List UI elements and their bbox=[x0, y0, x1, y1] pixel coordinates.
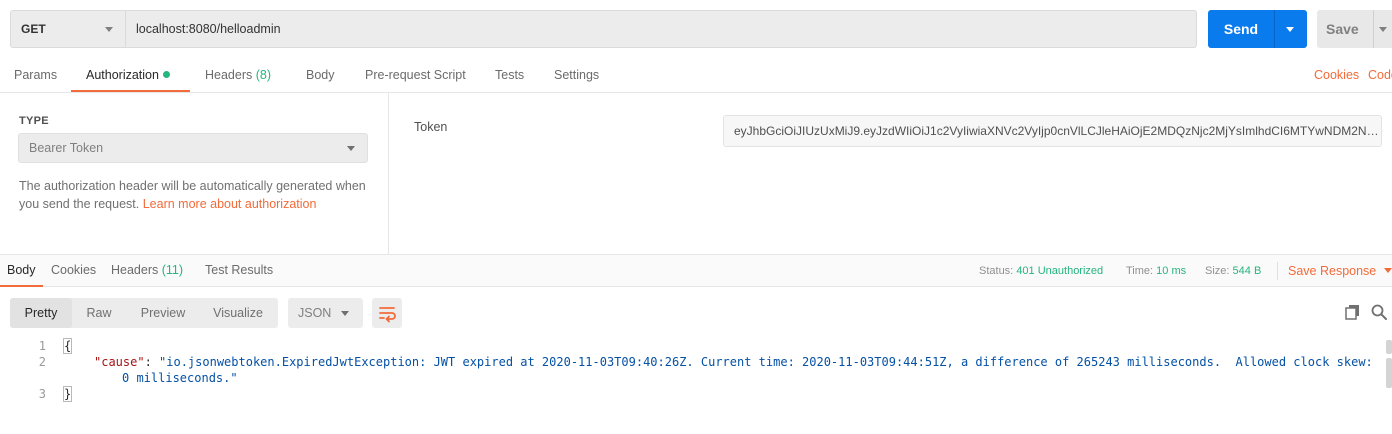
tab-label: Pre-request Script bbox=[365, 68, 466, 82]
response-tab-body[interactable]: Body bbox=[0, 255, 43, 287]
time-meta: Time: 10 ms bbox=[1126, 255, 1186, 287]
type-label: TYPE bbox=[19, 115, 49, 127]
code-link[interactable]: Code bbox=[1368, 59, 1392, 92]
tab-pre-request-script[interactable]: Pre-request Script bbox=[365, 59, 466, 92]
view-preview-button[interactable]: Preview bbox=[132, 298, 194, 328]
open-brace: { bbox=[62, 338, 73, 354]
url-input[interactable]: localhost:8080/helloadmin bbox=[125, 10, 1197, 48]
tab-settings[interactable]: Settings bbox=[554, 59, 599, 92]
view-pretty-button[interactable]: Pretty bbox=[10, 298, 72, 328]
tab-label: Headers bbox=[111, 263, 159, 277]
chevron-down-icon bbox=[347, 146, 355, 151]
code-line-close: } bbox=[62, 386, 73, 402]
token-label: Token bbox=[414, 120, 448, 134]
send-button[interactable]: Send bbox=[1208, 10, 1307, 48]
size-value[interactable]: 544 B bbox=[1233, 265, 1262, 277]
save-response-button[interactable]: Save Response bbox=[1288, 255, 1392, 287]
line-number: 3 bbox=[38, 387, 46, 401]
method-select[interactable]: GET bbox=[10, 10, 125, 48]
wrap-lines-icon bbox=[379, 307, 396, 323]
line-number: 2 bbox=[38, 355, 46, 369]
time-label: Time: bbox=[1126, 265, 1154, 277]
tab-label: Params bbox=[14, 68, 58, 82]
code-line-cause-wrap: 0 milliseconds." bbox=[122, 371, 238, 385]
tab-label: Settings bbox=[554, 68, 600, 82]
tab-count: (8) bbox=[255, 68, 272, 82]
auth-type-value: Bearer Token bbox=[29, 141, 104, 155]
json-key: "cause" bbox=[94, 355, 145, 369]
chevron-down-icon bbox=[341, 311, 349, 316]
auth-type-panel: TYPE Bearer Token The authorization head… bbox=[0, 93, 389, 254]
view-raw-button[interactable]: Raw bbox=[72, 298, 126, 328]
tab-label: Cookies bbox=[51, 263, 97, 277]
active-dot-icon bbox=[162, 71, 170, 78]
scrollbar-thumb[interactable] bbox=[1386, 358, 1392, 388]
search-icon[interactable] bbox=[1370, 303, 1388, 321]
send-label: Send bbox=[1223, 21, 1259, 37]
response-tab-headers[interactable]: Headers (11) bbox=[111, 255, 183, 287]
tab-label: Test Results bbox=[205, 263, 274, 277]
save-button[interactable]: Save bbox=[1317, 10, 1392, 48]
size-meta: Size: 544 B bbox=[1205, 255, 1261, 287]
save-options-chevron-icon[interactable] bbox=[1379, 27, 1387, 32]
json-value-wrap: 0 milliseconds." bbox=[122, 371, 238, 385]
status-label: Status: bbox=[979, 265, 1014, 277]
wrap-lines-button[interactable] bbox=[372, 298, 402, 328]
url-value: localhost:8080/helloadmin bbox=[136, 22, 281, 36]
view-visualize-button[interactable]: Visualize bbox=[206, 298, 270, 328]
code-line-cause: "cause": "io.jsonwebtoken.ExpiredJwtExce… bbox=[94, 355, 1373, 369]
view-mode-group: Pretty Raw Preview Visualize bbox=[10, 298, 278, 328]
response-toolbar: Pretty Raw Preview Visualize JSON bbox=[0, 288, 1392, 334]
request-tabs: Params Authorization Headers (8) Body Pr… bbox=[0, 59, 1392, 93]
auth-description: The authorization header will be automat… bbox=[19, 177, 379, 213]
code-line-open: { bbox=[62, 338, 73, 354]
send-split-divider bbox=[1274, 10, 1275, 48]
learn-more-link[interactable]: Learn more about authorization bbox=[143, 197, 317, 211]
size-label: Size: bbox=[1205, 265, 1230, 277]
method-value: GET bbox=[21, 22, 46, 36]
line-number: 1 bbox=[38, 339, 46, 353]
token-panel: Token eyJhbGciOiJIUzUxMiJ9.eyJzdWIiOiJ1c… bbox=[390, 93, 1392, 254]
send-options-chevron-icon[interactable] bbox=[1286, 27, 1294, 32]
chevron-down-icon bbox=[1384, 268, 1392, 273]
format-select[interactable]: JSON bbox=[288, 298, 363, 328]
response-tabs: Body Cookies Headers (11) Test Results S… bbox=[0, 254, 1392, 287]
json-colon: : bbox=[144, 355, 160, 369]
response-tab-cookies[interactable]: Cookies bbox=[51, 255, 96, 287]
save-split-divider bbox=[1373, 10, 1374, 48]
tab-label: Body bbox=[306, 68, 335, 82]
tab-body[interactable]: Body bbox=[306, 59, 335, 92]
tab-authorization[interactable]: Authorization bbox=[71, 59, 190, 92]
json-value: "io.jsonwebtoken.ExpiredJwtException: JW… bbox=[159, 355, 1373, 369]
time-value[interactable]: 10 ms bbox=[1156, 265, 1186, 277]
response-body-code[interactable]: 1 2 3 { "cause": "io.jsonwebtoken.Expire… bbox=[0, 334, 1392, 434]
format-value: JSON bbox=[298, 306, 332, 320]
tab-label: Headers bbox=[205, 68, 253, 82]
scrollbar-thumb[interactable] bbox=[1386, 340, 1392, 354]
token-input[interactable]: eyJhbGciOiJIUzUxMiJ9.eyJzdWIiOiJ1c2VyIiw… bbox=[723, 115, 1382, 147]
status-value[interactable]: 401 Unauthorized bbox=[1016, 265, 1103, 277]
tab-label: Tests bbox=[495, 68, 525, 82]
meta-divider bbox=[1277, 262, 1278, 280]
request-bar: GET localhost:8080/helloadmin Send Save bbox=[0, 0, 1392, 59]
close-brace: } bbox=[62, 386, 73, 402]
save-label: Save bbox=[1326, 21, 1359, 37]
tab-headers[interactable]: Headers (8) bbox=[205, 59, 271, 92]
status-meta: Status: 401 Unauthorized bbox=[979, 255, 1103, 287]
copy-icon[interactable] bbox=[1344, 303, 1362, 321]
cookies-link[interactable]: Cookies bbox=[1314, 59, 1359, 92]
tab-params[interactable]: Params bbox=[14, 59, 57, 92]
chevron-down-icon bbox=[105, 27, 113, 32]
tab-label: Authorization bbox=[86, 68, 159, 82]
tab-tests[interactable]: Tests bbox=[495, 59, 524, 92]
response-tab-test-results[interactable]: Test Results bbox=[205, 255, 273, 287]
auth-type-select[interactable]: Bearer Token bbox=[18, 133, 368, 163]
save-response-label: Save Response bbox=[1288, 264, 1377, 278]
tab-count: (11) bbox=[161, 263, 184, 277]
tab-label: Body bbox=[7, 263, 36, 277]
